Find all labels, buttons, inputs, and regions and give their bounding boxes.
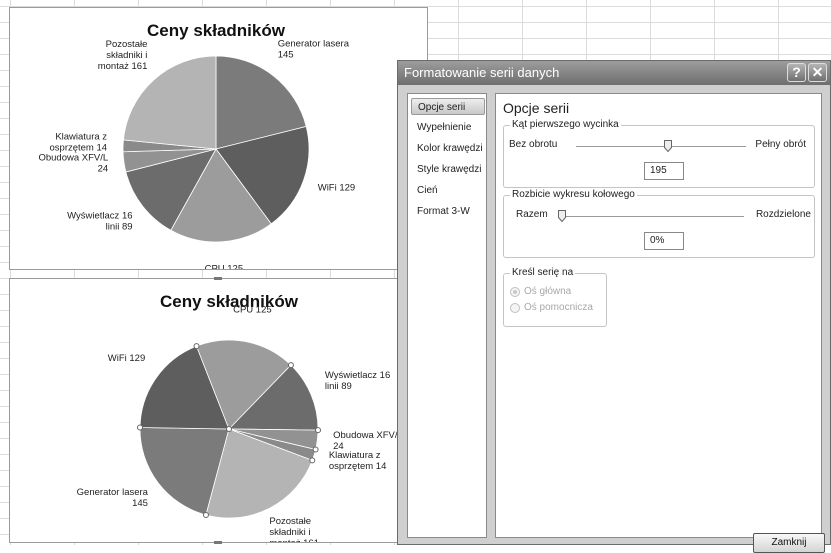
selection-handle[interactable]: [314, 427, 321, 434]
explosion-max-label: Rozdzielone: [755, 209, 811, 220]
options-nav: Opcje serii Wypełnienie Kolor krawędzi S…: [407, 93, 487, 538]
data-label-wifi: WiFi 129: [108, 353, 145, 364]
first-slice-angle-label: Kąt pierwszego wycinka: [510, 119, 621, 130]
chart-title: Ceny składników: [147, 21, 286, 40]
chart-title: Ceny składników: [160, 292, 299, 311]
plot-series-on-group: Kreśl serię na Oś główna Oś pomocnicza: [503, 267, 607, 327]
nav-item-fill[interactable]: Wypełnienie: [411, 119, 485, 136]
nav-item-border-color[interactable]: Kolor krawędzi: [411, 140, 485, 157]
close-button[interactable]: Zamknij: [753, 533, 825, 553]
options-panel: Opcje serii Kąt pierwszego wycinka Bez o…: [495, 93, 822, 538]
data-label-obudowa-xfv-l: Obudowa XFV/L 24: [333, 430, 403, 452]
pie-chart-svg: Ceny składnikówGenerator lasera 145 WiFi 1…: [38, 21, 355, 269]
angle-value-input[interactable]: 195: [644, 162, 684, 180]
pie-explosion-label: Rozbicie wykresu kołowego: [510, 189, 637, 200]
nav-item-shadow[interactable]: Cień: [411, 182, 485, 199]
angle-max-label: Pełny obrót: [755, 139, 806, 150]
secondary-axis-radio[interactable]: [510, 303, 520, 313]
selection-handle[interactable]: [309, 457, 316, 464]
pie-chart-svg: Ceny składników Generator lasera 145 WiFi 1…: [77, 292, 403, 542]
first-slice-angle-group: Kąt pierwszego wycinka Bez obrotu Pełny …: [503, 119, 815, 188]
format-data-series-dialog: Formatowanie serii danych ? ✕ Opcje seri…: [397, 60, 831, 553]
selection-handle-center[interactable]: [226, 426, 232, 432]
pie-explosion-group: Rozbicie wykresu kołowego Razem Rozdziel…: [503, 189, 815, 258]
primary-axis-label: Oś główna: [524, 286, 572, 297]
data-label-pozostale-skladniki-i-montaz: Pozostałeskładniki imontaż 161: [269, 516, 319, 542]
data-label-wyswietlacz-16-linii: Wyświetlacz 16 linii 89: [67, 211, 132, 233]
help-icon[interactable]: ?: [787, 63, 806, 82]
selection-handle[interactable]: [202, 511, 209, 518]
data-label-cpu: CPU 125: [233, 304, 272, 315]
nav-item-border-styles[interactable]: Style krawędzi: [411, 161, 485, 178]
dialog-title-bar[interactable]: Formatowanie serii danych ? ✕: [398, 61, 830, 85]
plot-series-on-label: Kreśl serię na: [510, 267, 576, 278]
selection-handle[interactable]: [312, 446, 319, 453]
data-label-wifi: WiFi 129: [318, 183, 355, 194]
data-label-klawiatura-z-osprzetem: Klawiatura z osprzętem 14: [50, 131, 108, 153]
dialog-title: Formatowanie serii danych: [404, 65, 560, 80]
data-label-cpu: CPU 125: [205, 264, 244, 269]
angle-slider-track[interactable]: [576, 146, 746, 147]
data-label-obudowa-xfv-l: Obudowa XFV/L 24: [38, 153, 108, 175]
explosion-min-label: Razem: [516, 209, 548, 220]
close-icon[interactable]: ✕: [808, 63, 827, 82]
data-label-wyswietlacz-16-linii: Wyświetlacz 16 linii 89: [325, 370, 390, 392]
data-label-generator-lasera: Generator lasera 145: [77, 487, 149, 509]
explosion-slider-track[interactable]: [562, 216, 744, 217]
data-label-pozostale-skladniki-i-montaz: Pozostałeskładniki imontaż 161: [98, 39, 148, 72]
chart-before-rotation[interactable]: Ceny składników Generator lasera 145 WiFi 1…: [9, 7, 428, 270]
nav-item-3d-format[interactable]: Format 3-W: [411, 203, 485, 220]
explosion-value-input[interactable]: 0%: [644, 232, 684, 250]
selection-handle[interactable]: [287, 362, 294, 369]
explosion-slider-thumb[interactable]: [558, 210, 566, 222]
secondary-axis-label: Oś pomocnicza: [524, 302, 593, 313]
data-label-klawiatura-z-osprzetem: Klawiatura z osprzętem 14: [329, 450, 387, 472]
chart-after-rotation[interactable]: Ceny składników Generator lasera 145 WiFi 1…: [9, 277, 428, 544]
selection-handle[interactable]: [137, 424, 144, 431]
angle-slider-thumb[interactable]: [663, 140, 672, 152]
section-title: Opcje serii: [503, 100, 570, 116]
primary-axis-radio[interactable]: [510, 287, 520, 297]
angle-min-label: Bez obrotu: [509, 139, 558, 150]
data-label-generator-lasera: Generator lasera 145: [278, 39, 350, 61]
selection-handle[interactable]: [193, 343, 200, 350]
nav-item-series-options[interactable]: Opcje serii: [411, 98, 485, 115]
